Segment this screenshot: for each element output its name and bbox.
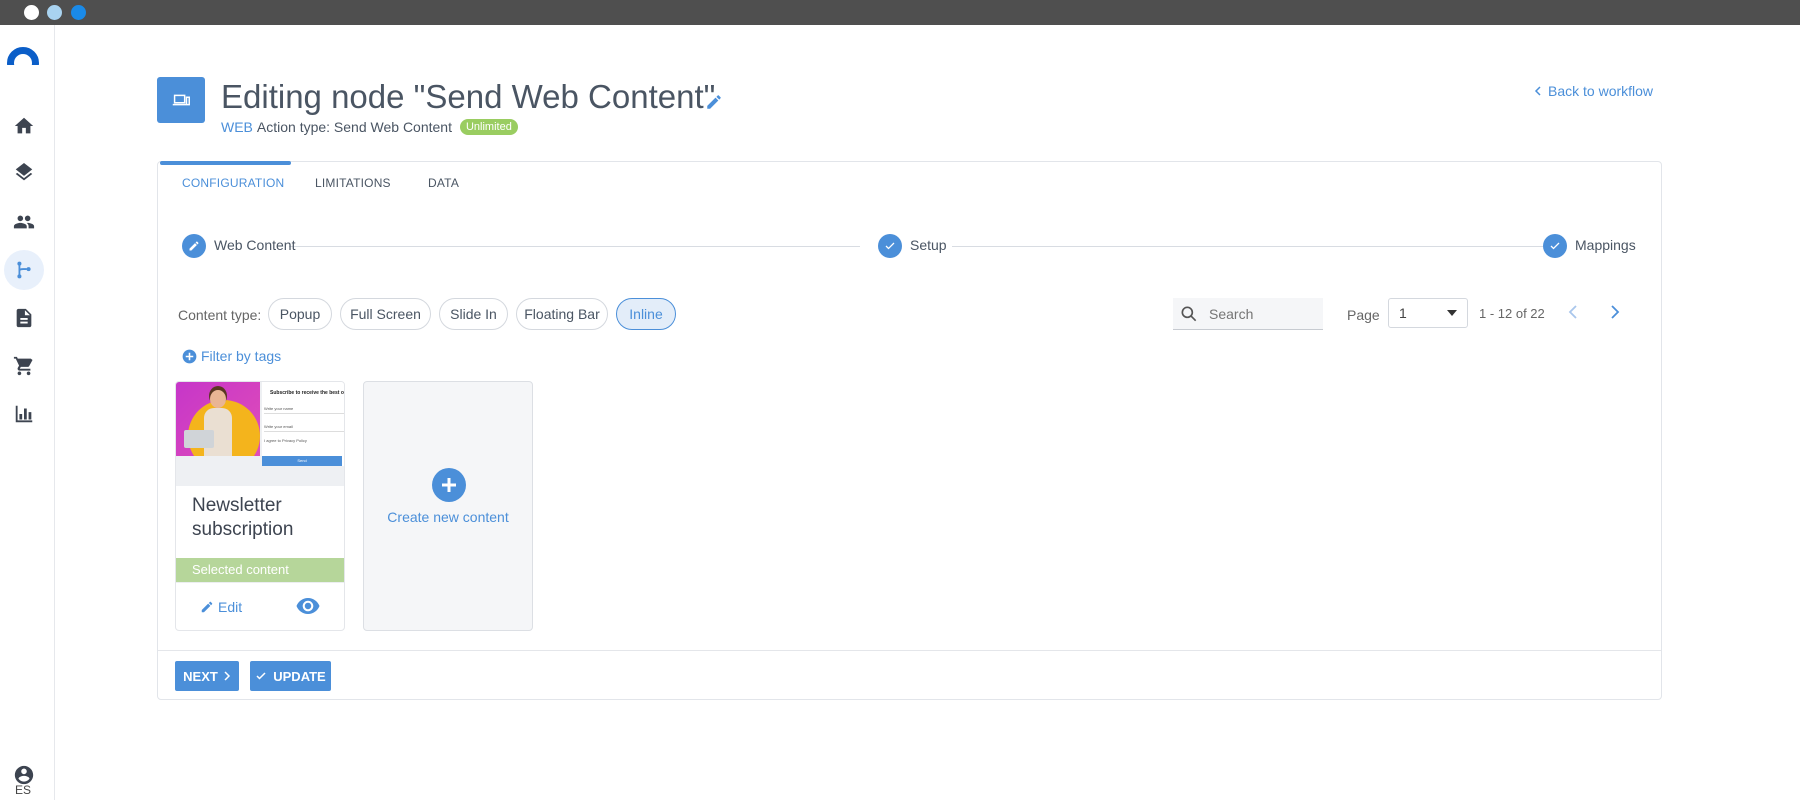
create-new-content-label: Create new content — [387, 509, 509, 525]
filter-by-tags-button[interactable]: Filter by tags — [182, 348, 281, 364]
chevron-left-icon — [1568, 305, 1577, 319]
workflow-icon — [17, 261, 31, 279]
sidebar-item-layers[interactable] — [4, 154, 44, 194]
content-type-full-screen[interactable]: Full Screen — [340, 298, 431, 330]
tab-configuration[interactable]: CONFIGURATION — [182, 176, 284, 190]
action-type-label: Action type: Send Web Content — [256, 119, 452, 135]
preview-heading: Subscribe to receive the best of — [270, 390, 345, 396]
chevron-right-icon — [224, 671, 230, 681]
search-input[interactable] — [1209, 305, 1309, 322]
page-select-value: 1 — [1399, 305, 1407, 321]
step-web-content[interactable] — [182, 234, 206, 258]
content-card-actions: Edit — [176, 582, 344, 630]
previous-page-button[interactable] — [1562, 301, 1584, 323]
tab-limitations[interactable]: LIMITATIONS — [315, 176, 391, 190]
back-link-label: Back to workflow — [1548, 83, 1654, 99]
add-circle-icon — [182, 349, 197, 363]
chevron-left-icon — [1534, 86, 1541, 96]
preview-email-field: Write your email — [264, 424, 344, 432]
document-icon — [16, 308, 32, 328]
step-connector — [952, 246, 1543, 247]
caret-down-icon — [1447, 310, 1457, 316]
pencil-icon — [201, 601, 213, 613]
content-card-title: Newsletter subscription — [192, 495, 294, 540]
node-editor-card: CONFIGURATION LIMITATIONS DATA Web Conte… — [157, 161, 1662, 700]
step-setup[interactable] — [878, 234, 902, 258]
app-logo[interactable] — [7, 45, 39, 65]
search-field — [1173, 298, 1323, 330]
sidebar: ES — [0, 25, 55, 800]
step-label-setup: Setup — [910, 237, 947, 253]
layers-icon — [15, 163, 33, 181]
preview-form: Subscribe to receive the best of Write y… — [262, 382, 344, 466]
next-button[interactable]: NEXT — [175, 661, 239, 691]
chart-icon — [15, 405, 33, 423]
preview-name-field: Write your name — [264, 406, 344, 414]
channel-link[interactable]: WEB — [221, 119, 253, 135]
check-icon — [885, 242, 895, 250]
edit-title-icon[interactable] — [705, 93, 723, 111]
edit-label: Edit — [218, 599, 243, 615]
step-connector — [289, 246, 860, 247]
cart-icon — [13, 356, 33, 376]
people-icon — [13, 215, 35, 229]
page-label: Page — [1347, 307, 1380, 323]
content-type-popup[interactable]: Popup — [268, 298, 332, 330]
tab-bar: CONFIGURATION LIMITATIONS DATA — [158, 161, 1661, 202]
back-to-workflow-link[interactable]: Back to workflow — [1534, 83, 1653, 99]
content-type-inline[interactable]: Inline — [616, 298, 676, 330]
sidebar-item-workflows[interactable] — [4, 250, 44, 290]
create-new-content-card[interactable]: Create new content — [363, 381, 533, 631]
check-icon — [256, 672, 266, 680]
sidebar-item-commerce[interactable] — [4, 346, 44, 386]
preview-checkbox-label: I agree to Privacy Policy — [264, 438, 307, 443]
selected-content-banner: Selected content — [176, 558, 344, 582]
node-subtitle: WEB Action type: Send Web Content Unlimi… — [221, 119, 518, 135]
preview-eye-icon[interactable] — [296, 597, 320, 615]
step-label-mappings: Mappings — [1575, 237, 1636, 253]
content-type-label: Content type: — [178, 307, 262, 323]
sidebar-item-people[interactable] — [4, 202, 44, 242]
chevron-right-icon — [1611, 305, 1620, 319]
add-circle-icon — [432, 468, 466, 502]
content-preview-thumbnail: Subscribe to receive the best of Write y… — [176, 382, 344, 486]
sidebar-item-home[interactable] — [4, 106, 44, 146]
window-minimize-button[interactable] — [47, 5, 62, 20]
edit-content-button[interactable]: Edit — [200, 599, 242, 615]
active-tab-indicator — [160, 161, 291, 165]
check-icon — [1550, 242, 1560, 250]
update-button[interactable]: UPDATE — [250, 661, 331, 691]
content-card-newsletter[interactable]: Subscribe to receive the best of Write y… — [175, 381, 345, 631]
home-icon — [14, 117, 34, 134]
page-range: 1 - 12 of 22 — [1479, 306, 1545, 321]
devices-icon — [172, 94, 190, 106]
stepper: Web Content Setup Mappings — [158, 234, 1661, 260]
filter-by-tags-label: Filter by tags — [201, 348, 282, 364]
tab-data[interactable]: DATA — [428, 176, 459, 190]
sidebar-item-documents[interactable] — [4, 298, 44, 338]
page-select[interactable]: 1 — [1388, 298, 1468, 328]
preview-image — [176, 382, 260, 456]
window-maximize-button[interactable] — [71, 5, 86, 20]
update-button-label: UPDATE — [273, 668, 326, 684]
card-footer: NEXT UPDATE — [158, 650, 1661, 699]
preview-send-button: Send — [262, 456, 342, 466]
status-badge: Unlimited — [459, 119, 518, 135]
page-title: Editing node "Send Web Content" — [221, 78, 716, 115]
next-page-button[interactable] — [1604, 301, 1626, 323]
window-close-button[interactable] — [24, 5, 39, 20]
sidebar-item-reports[interactable] — [4, 394, 44, 434]
window-titlebar — [0, 0, 1800, 25]
node-type-icon — [157, 77, 205, 123]
step-mappings[interactable] — [1543, 234, 1567, 258]
next-button-label: NEXT — [183, 668, 218, 684]
content-type-slide-in[interactable]: Slide In — [439, 298, 508, 330]
search-icon — [1181, 306, 1197, 321]
pencil-icon — [189, 241, 199, 251]
step-label-web-content: Web Content — [214, 237, 296, 253]
language-label[interactable]: ES — [0, 783, 46, 797]
content-type-floating-bar[interactable]: Floating Bar — [516, 298, 608, 330]
